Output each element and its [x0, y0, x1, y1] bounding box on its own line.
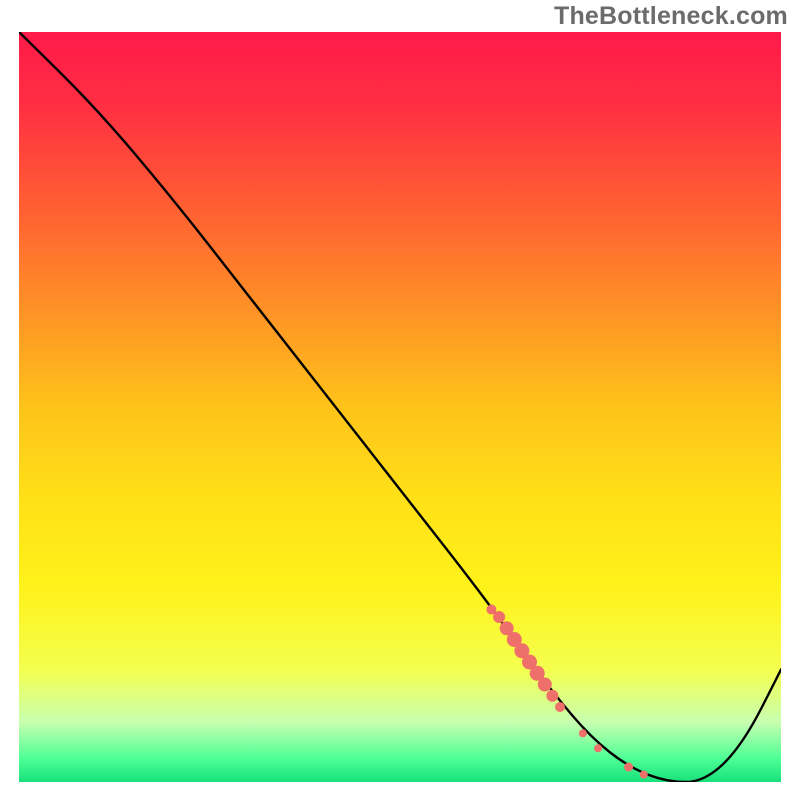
marker-dot	[579, 729, 587, 737]
marker-dot	[555, 702, 565, 712]
marker-dot	[493, 611, 505, 623]
marker-dot	[546, 690, 558, 702]
chart-svg	[19, 32, 781, 782]
marker-dot	[538, 678, 552, 692]
marker-dot	[640, 771, 648, 779]
marker-dot	[594, 744, 602, 752]
watermark-text: TheBottleneck.com	[554, 2, 788, 31]
plot-area	[19, 32, 781, 782]
gradient-background	[19, 32, 781, 782]
chart-frame: TheBottleneck.com	[0, 0, 800, 800]
marker-dot	[624, 763, 633, 772]
